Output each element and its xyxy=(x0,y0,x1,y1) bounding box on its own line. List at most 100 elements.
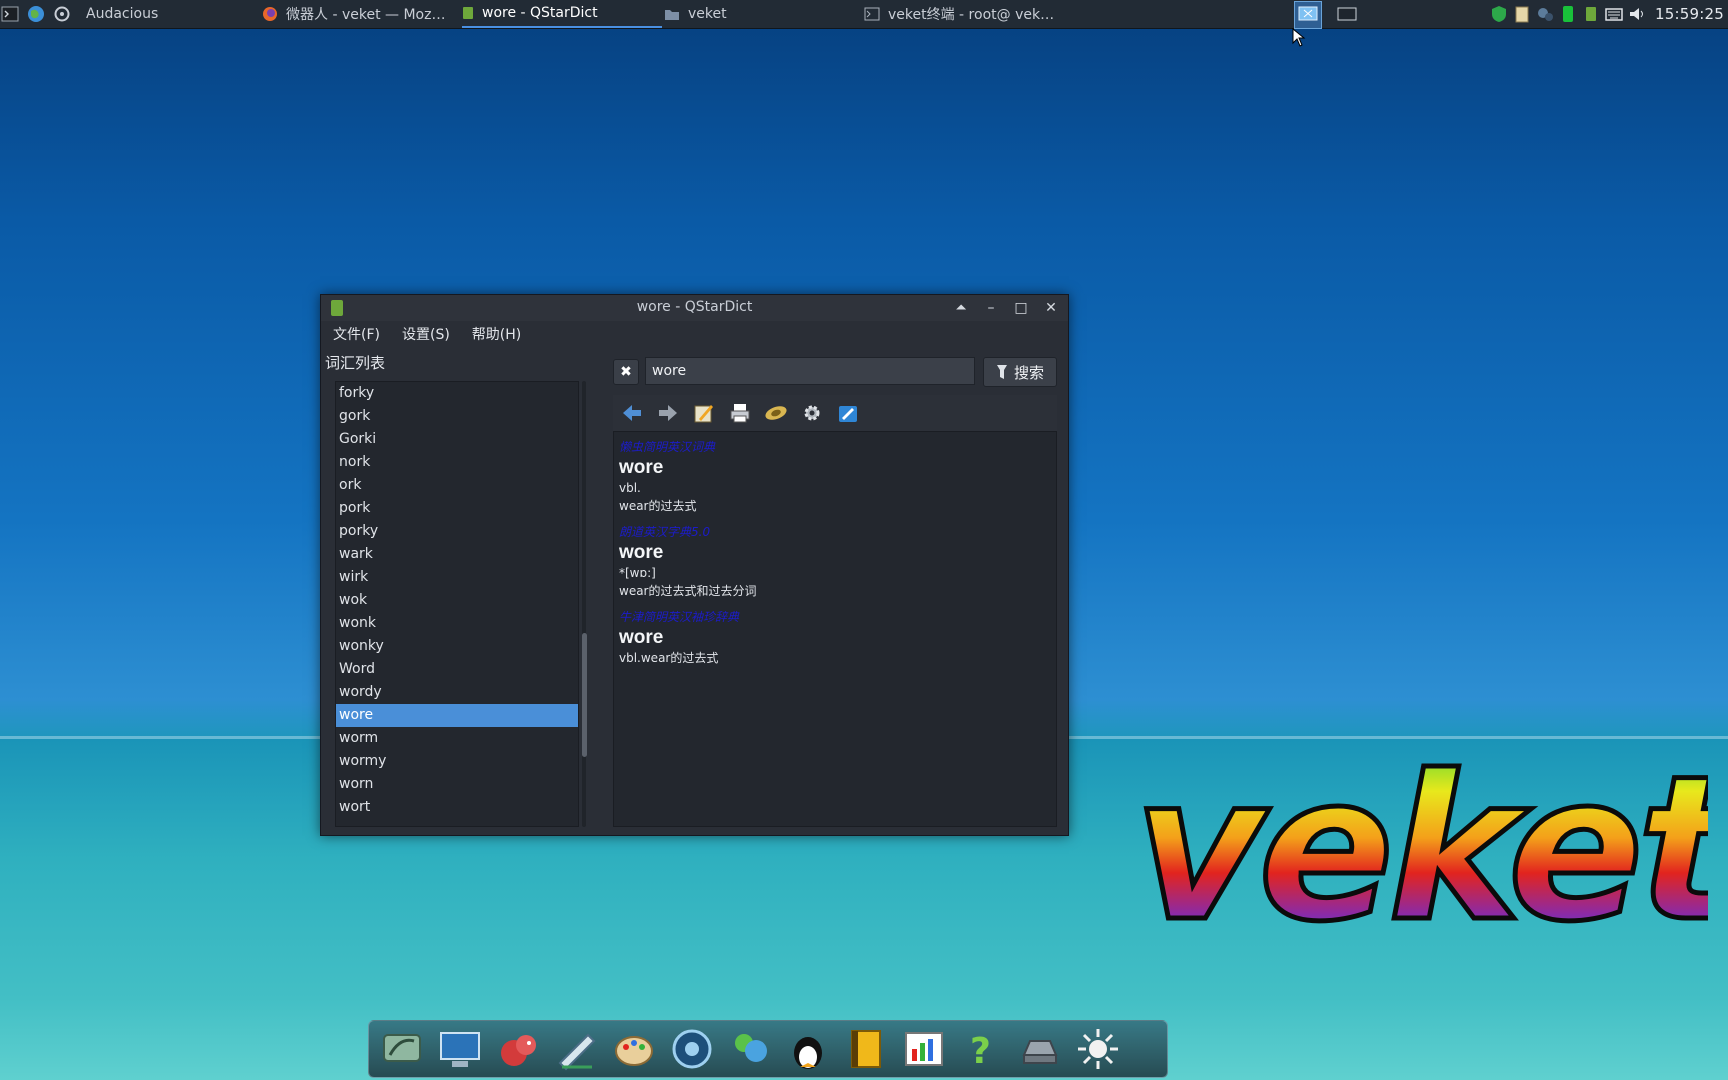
word-list-item[interactable]: worn xyxy=(336,773,578,796)
word-list-item[interactable]: wonk xyxy=(336,612,578,635)
qstardict-window: wore - QStarDict ⏶ – □ ✕ 文件(F) 设置(S) 帮助(… xyxy=(320,294,1069,836)
menu-help[interactable]: 帮助(H) xyxy=(472,324,521,344)
svg-text:veket: veket xyxy=(1134,740,1708,940)
word-list-item[interactable]: ork xyxy=(336,474,578,497)
task-terminal[interactable]: veket终端 - root@ vek… xyxy=(864,0,1064,28)
word-list-item[interactable]: forky xyxy=(336,382,578,405)
plugins-icon[interactable] xyxy=(799,400,825,426)
scroll-track xyxy=(582,381,586,827)
top-taskbar: Audacious 微器人 - veket — Moz… wore - QSta… xyxy=(0,0,1728,29)
word-list-item[interactable]: wirk xyxy=(336,566,578,589)
scroll-thumb[interactable] xyxy=(582,633,587,757)
desktop-1-button[interactable] xyxy=(1294,1,1322,29)
menu-file[interactable]: 文件(F) xyxy=(333,324,380,344)
speak-icon[interactable] xyxy=(763,400,789,426)
dock-app-editor[interactable] xyxy=(553,1026,599,1072)
dock-app-drive[interactable] xyxy=(1017,1026,1063,1072)
task-firefox[interactable]: 微器人 - veket — Moz… xyxy=(262,0,462,28)
print-icon[interactable] xyxy=(727,400,753,426)
clock[interactable]: 15:59:25 xyxy=(1655,5,1724,23)
terminal-launcher-icon[interactable] xyxy=(0,4,20,24)
firefox-icon xyxy=(263,7,277,21)
audacious-icon[interactable] xyxy=(52,4,72,24)
task-veket-folder[interactable]: veket xyxy=(664,0,854,28)
network-icon[interactable] xyxy=(1536,5,1554,23)
window-titlebar[interactable]: wore - QStarDict ⏶ – □ ✕ xyxy=(321,295,1068,321)
svg-text:?: ? xyxy=(970,1031,991,1071)
word-list-item[interactable]: gork xyxy=(336,405,578,428)
volume-icon[interactable] xyxy=(1628,5,1646,23)
dock-app-brightness[interactable] xyxy=(1075,1026,1121,1072)
keyboard-icon[interactable] xyxy=(1605,5,1623,23)
search-input[interactable] xyxy=(645,357,975,385)
dock-app-squirrel[interactable] xyxy=(495,1026,541,1072)
word-list-pane: 词汇列表 forky gork Gorki nork ork pork porky wark w… xyxy=(325,351,587,827)
word-list-item[interactable]: wark xyxy=(336,543,578,566)
system-tray: 15:59:25 xyxy=(1490,0,1728,28)
maximize-button[interactable]: □ xyxy=(1010,298,1032,318)
forward-arrow-icon[interactable] xyxy=(655,400,681,426)
word-list-item[interactable]: wonky xyxy=(336,635,578,658)
dock-app-monitor[interactable] xyxy=(437,1026,483,1072)
desktop-2-button[interactable] xyxy=(1334,1,1360,27)
squirrel-icon xyxy=(501,1035,536,1066)
dictionary-entry: 懒虫简明英汉词典 wore vbl. wear的过去式 xyxy=(619,438,1051,515)
shield-icon[interactable] xyxy=(1490,5,1508,23)
headword: wore xyxy=(619,457,664,478)
globe-launcher-icon[interactable] xyxy=(26,4,46,24)
search-icon xyxy=(996,365,1007,379)
dock-app-paint[interactable] xyxy=(611,1026,657,1072)
dock-app-media-player[interactable] xyxy=(669,1026,715,1072)
search-button-label: 搜索 xyxy=(1013,363,1044,382)
word-list-item[interactable]: wormy xyxy=(336,750,578,773)
drive-icon xyxy=(1022,1040,1058,1064)
clear-search-button[interactable]: ✖ xyxy=(613,359,639,385)
dock-app-help[interactable]: ? xyxy=(959,1026,1005,1072)
folder-icon xyxy=(665,10,679,20)
word-list-item[interactable]: porky xyxy=(336,520,578,543)
window-icon xyxy=(1337,7,1357,21)
search-button[interactable]: 搜索 xyxy=(983,357,1057,387)
translation-pane: ✖ 搜索 xyxy=(611,355,1057,827)
battery-icon[interactable] xyxy=(1559,5,1577,23)
word-list[interactable]: forky gork Gorki nork ork pork porky wark wirk wo… xyxy=(335,381,579,827)
dock-app-system-tools[interactable] xyxy=(379,1026,425,1072)
minimize-button[interactable]: – xyxy=(980,298,1002,318)
word-list-item[interactable]: worm xyxy=(336,727,578,750)
word-list-item[interactable]: Word xyxy=(336,658,578,681)
task-qstardict[interactable]: wore - QStarDict xyxy=(462,0,662,28)
word-list-item[interactable]: wore xyxy=(336,704,578,727)
dict-tray-icon[interactable] xyxy=(1582,5,1600,23)
close-button[interactable]: ✕ xyxy=(1040,298,1062,318)
settings-icon[interactable] xyxy=(835,400,861,426)
word-list-item[interactable]: pork xyxy=(336,497,578,520)
edit-icon[interactable] xyxy=(691,400,717,426)
clipboard-icon[interactable] xyxy=(1513,5,1531,23)
word-list-item[interactable]: wok xyxy=(336,589,578,612)
shade-button[interactable]: ⏶ xyxy=(950,298,972,318)
task-label: wore - QStarDict xyxy=(482,5,598,21)
dock-app-notebook[interactable] xyxy=(843,1026,889,1072)
editor-icon xyxy=(558,1033,596,1071)
word-list-item[interactable]: wort xyxy=(336,796,578,819)
launcher-icons xyxy=(0,4,72,24)
dock-app-qq-penguin[interactable] xyxy=(785,1026,831,1072)
task-label: veket xyxy=(688,6,727,22)
dictionary-name-link[interactable]: 朗道英汉字典5.0 xyxy=(619,523,1051,540)
dock-app-chat[interactable] xyxy=(727,1026,773,1072)
definition-line: *[wɒ:] xyxy=(619,566,656,580)
word-list-item[interactable]: wordy xyxy=(336,681,578,704)
dictionary-name-link[interactable]: 牛津简明英汉袖珍辞典 xyxy=(619,608,1051,625)
word-list-item[interactable]: nork xyxy=(336,451,578,474)
dock-app-chart[interactable] xyxy=(901,1026,947,1072)
word-list-scrollbar[interactable] xyxy=(579,381,589,827)
desktop-switch-icon xyxy=(1298,6,1318,21)
word-list-title: 词汇列表 xyxy=(325,354,386,372)
dictionary-name-link[interactable]: 懒虫简明英汉词典 xyxy=(619,438,1051,455)
back-arrow-icon[interactable] xyxy=(619,400,645,426)
task-label: Audacious xyxy=(86,6,159,22)
definition-line: wear的过去式 xyxy=(619,499,697,513)
word-list-item[interactable]: Gorki xyxy=(336,428,578,451)
menu-settings[interactable]: 设置(S) xyxy=(402,324,450,344)
task-audacious[interactable]: Audacious xyxy=(86,0,246,28)
